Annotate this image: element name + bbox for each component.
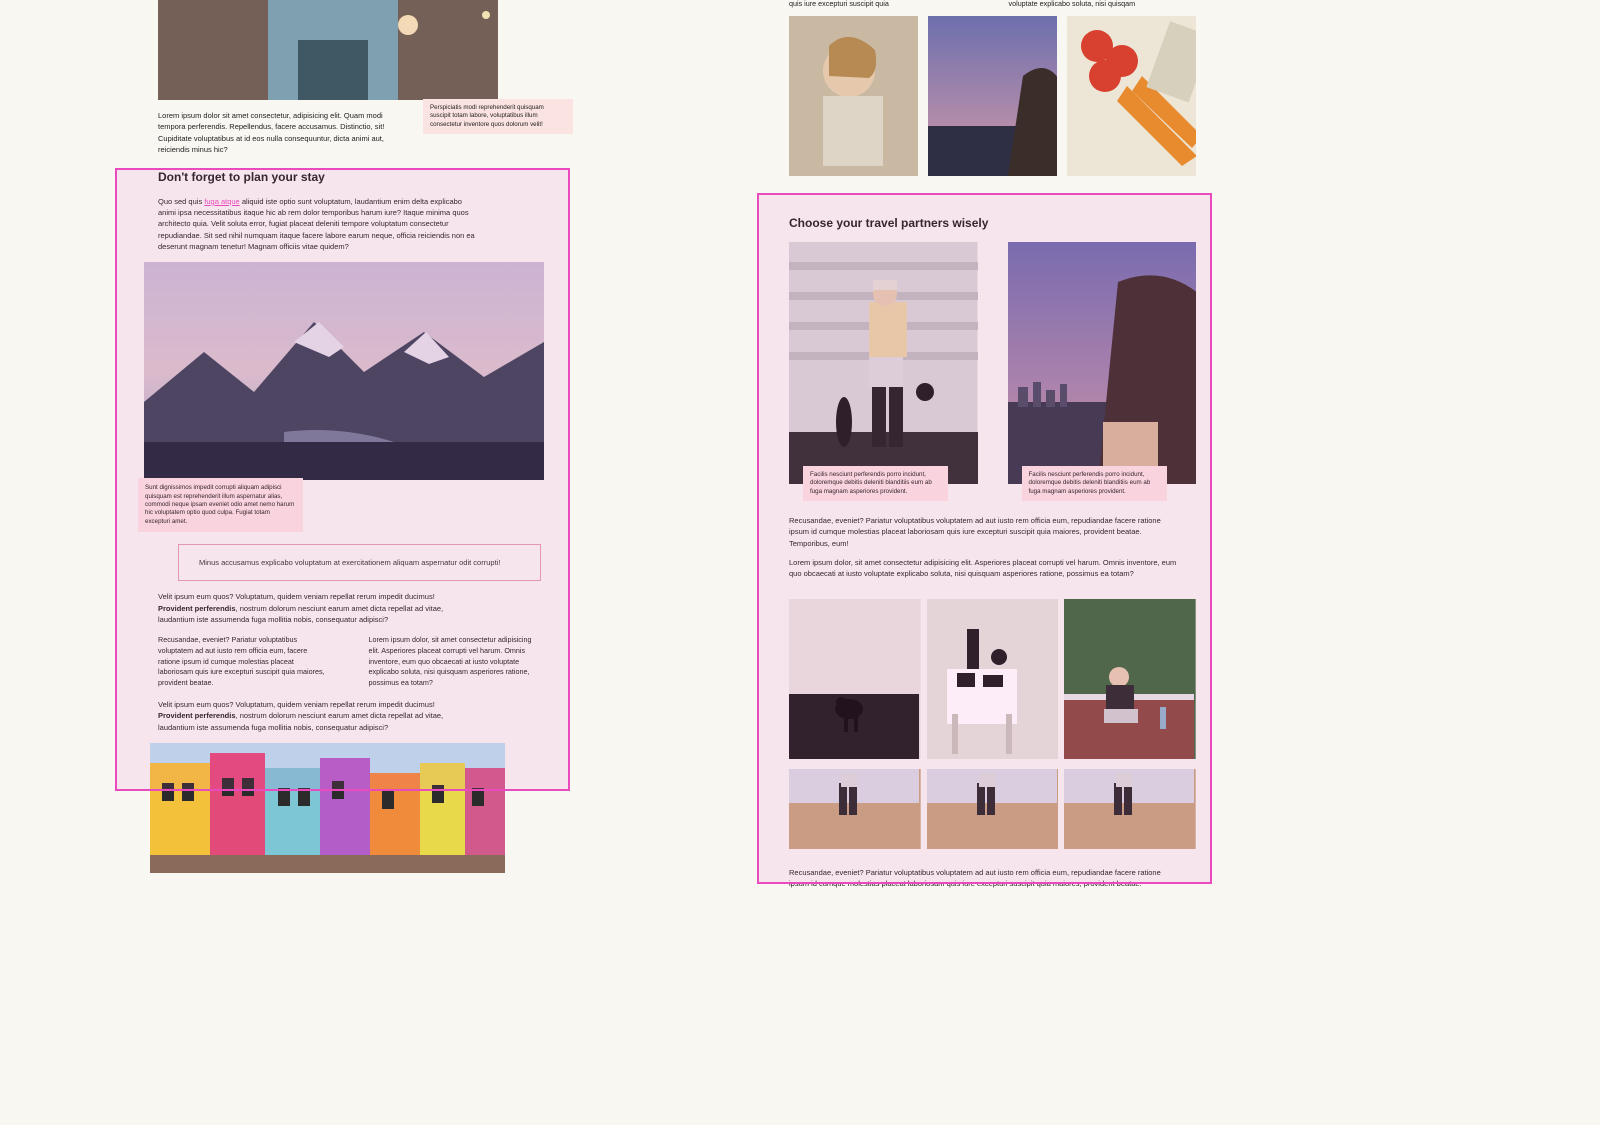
top-snip-right: harum. Omnis inventore, eum quo obcaecat… bbox=[1009, 0, 1197, 10]
desert-walk-1 bbox=[789, 769, 921, 849]
page-layout: Perspiciatis modi reprehenderit quisquam… bbox=[0, 0, 1600, 889]
right-section-heading: Choose your travel partners wisely bbox=[765, 201, 1220, 232]
row-a bbox=[765, 16, 1220, 180]
twocol-right: Lorem ipsum dolor, sit amet consectetur … bbox=[369, 635, 542, 689]
hero-image bbox=[158, 0, 498, 100]
para-a: Velit ipsum eum quos? Voluptatum, quidem… bbox=[158, 591, 455, 625]
camera-gear-image bbox=[927, 599, 1059, 759]
fog-dog-image bbox=[789, 599, 921, 759]
top-snip-left: ratione ipsum id cumque molestias placea… bbox=[789, 0, 977, 10]
dusk-image bbox=[928, 16, 1057, 176]
color-houses-image bbox=[150, 743, 505, 873]
para-a-pre: Velit ipsum eum quos? Voluptatum, quidem… bbox=[158, 592, 435, 601]
right-p3: Recusandae, eveniet? Pariatur voluptatib… bbox=[765, 853, 1220, 890]
para-a-bold: Provident perferendis bbox=[158, 604, 236, 613]
right-column: ratione ipsum id cumque molestias placea… bbox=[765, 0, 1220, 889]
section-heading: Don't forget to plan your stay bbox=[110, 155, 565, 186]
mountain-image bbox=[144, 262, 544, 480]
hero-body: Lorem ipsum dolor sit amet consectetur, … bbox=[158, 110, 395, 155]
two-col-text: Recusandae, eveniet? Pariatur voluptatib… bbox=[110, 635, 565, 689]
color-houses-figure bbox=[150, 743, 565, 873]
right-p1: Recusandae, eveniet? Pariatur voluptatib… bbox=[765, 501, 1220, 549]
skater-caption: Facilis nesciunt perferendis porro incid… bbox=[803, 466, 948, 501]
desert-walk-3 bbox=[1064, 769, 1196, 849]
row-d bbox=[765, 769, 1220, 853]
para-b-bold: Provident perferendis bbox=[158, 711, 236, 720]
skater-figure: Facilis nesciunt perferendis porro incid… bbox=[789, 242, 978, 501]
para-b-pre: Velit ipsum eum quos? Voluptatum, quidem… bbox=[158, 700, 435, 709]
portrait-image bbox=[789, 16, 918, 176]
mountain-figure: Sunt dignissimos impedit corrupti aliqua… bbox=[144, 262, 565, 480]
track-sit-image bbox=[1064, 599, 1196, 759]
mountain-caption: Sunt dignissimos impedit corrupti aliqua… bbox=[138, 478, 303, 532]
callout-box: Minus accusamus explicabo voluptatum at … bbox=[178, 544, 541, 581]
overlook-figure: Facilis nesciunt perferendis porro incid… bbox=[1008, 242, 1197, 501]
intro-pre: Quo sed quis bbox=[158, 197, 204, 206]
veggies-image bbox=[1067, 16, 1196, 176]
row-b: Facilis nesciunt perferendis porro incid… bbox=[765, 242, 1220, 501]
row-c bbox=[765, 599, 1220, 763]
intro-link[interactable]: fuga atque bbox=[204, 197, 239, 206]
hero-figure: Perspiciatis modi reprehenderit quisquam… bbox=[158, 0, 565, 100]
para-b: Velit ipsum eum quos? Voluptatum, quidem… bbox=[158, 699, 455, 733]
hero-caption: Perspiciatis modi reprehenderit quisquam… bbox=[423, 99, 573, 134]
overlook-image bbox=[1008, 242, 1197, 484]
left-column: Perspiciatis modi reprehenderit quisquam… bbox=[110, 0, 565, 889]
desert-walk-2 bbox=[927, 769, 1059, 849]
overlook-caption: Facilis nesciunt perferendis porro incid… bbox=[1022, 466, 1167, 501]
intro-para: Quo sed quis fuga atque aliquid iste opt… bbox=[158, 196, 475, 252]
top-snips: ratione ipsum id cumque molestias placea… bbox=[765, 0, 1220, 10]
skater-image bbox=[789, 242, 978, 484]
twocol-left: Recusandae, eveniet? Pariatur voluptatib… bbox=[158, 635, 355, 689]
right-p2: Lorem ipsum dolor, sit amet consectetur … bbox=[765, 549, 1220, 580]
